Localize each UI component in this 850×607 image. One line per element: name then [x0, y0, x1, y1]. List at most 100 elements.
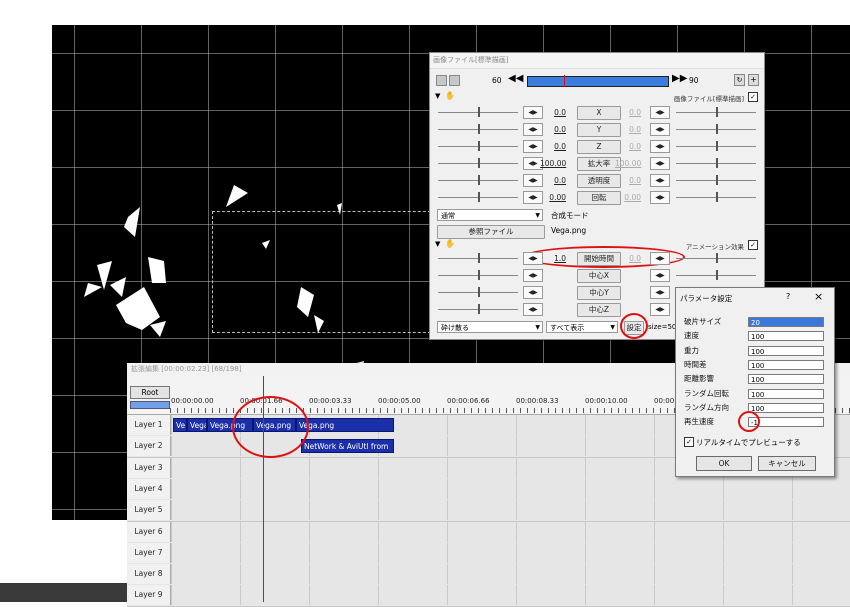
effect-select[interactable]: 砕け散る ▼	[437, 321, 543, 333]
layer-label[interactable]: Layer 1	[127, 415, 171, 435]
param-input[interactable]: 100	[748, 345, 824, 356]
right-spin-buttons[interactable]: ◀▶	[650, 174, 670, 187]
left-value[interactable]: 100.00	[540, 159, 566, 168]
timeline-clip[interactable]: NetWork & AviUtl from	[301, 439, 394, 454]
timeline-clip[interactable]: Ve	[173, 418, 187, 432]
section-enable-checkbox[interactable]: ✓	[748, 240, 758, 250]
left-slider[interactable]	[438, 192, 518, 202]
right-value[interactable]: 0.0	[615, 108, 641, 117]
layer-row[interactable]: Layer 6	[127, 521, 850, 544]
right-slider[interactable]	[676, 253, 756, 263]
slider-knob[interactable]	[478, 107, 480, 117]
image-icon[interactable]	[436, 75, 447, 86]
slider-knob[interactable]	[716, 175, 718, 185]
param-input[interactable]: 100	[748, 402, 824, 413]
left-value[interactable]: 0.00	[540, 193, 566, 202]
slider-knob[interactable]	[478, 175, 480, 185]
next-frame-icon[interactable]: ▶▶	[672, 73, 687, 84]
display-select[interactable]: すべて表示 ▼	[546, 321, 618, 333]
close-button[interactable]: ×	[814, 290, 823, 303]
scope-bar[interactable]	[130, 401, 170, 409]
timeline-clip[interactable]: Vega	[187, 418, 207, 432]
left-spin-buttons[interactable]: ◀▶	[523, 303, 543, 316]
slider-knob[interactable]	[478, 124, 480, 134]
right-spin-buttons[interactable]: ◀▶	[650, 191, 670, 204]
layer-row[interactable]: Layer 5	[127, 500, 850, 523]
right-spin-buttons[interactable]: ◀▶	[650, 252, 670, 265]
right-value[interactable]: 0.00	[615, 193, 641, 202]
left-value[interactable]: 1.0	[540, 254, 566, 263]
layer-label[interactable]: Layer 8	[127, 564, 171, 585]
left-value[interactable]: 0.0	[540, 176, 566, 185]
slider-knob[interactable]	[478, 141, 480, 151]
left-value[interactable]: 0.0	[540, 125, 566, 134]
right-spin-buttons[interactable]: ◀▶	[650, 106, 670, 119]
right-slider[interactable]	[676, 175, 756, 185]
param-input[interactable]: 100	[748, 388, 824, 399]
collapse-triangle-icon[interactable]: ▼	[435, 92, 440, 100]
param-input[interactable]: 100	[748, 331, 824, 342]
right-slider[interactable]	[676, 107, 756, 117]
right-value[interactable]: 0.0	[615, 176, 641, 185]
slider-knob[interactable]	[716, 158, 718, 168]
layer-row[interactable]: Layer 9	[127, 585, 850, 607]
left-value[interactable]: 0.0	[540, 142, 566, 151]
layer-label[interactable]: Layer 7	[127, 542, 171, 563]
right-value[interactable]: 100.00	[615, 159, 641, 168]
right-value[interactable]: 0.0	[615, 125, 641, 134]
timeline-clip[interactable]: Vega.png	[296, 418, 394, 432]
collapse-triangle-icon[interactable]: ▼	[435, 240, 440, 248]
help-button[interactable]: ?	[786, 292, 790, 301]
left-value[interactable]: 0.0	[540, 108, 566, 117]
left-slider[interactable]	[438, 141, 518, 151]
right-spin-buttons[interactable]: ◀▶	[650, 123, 670, 136]
slider-knob[interactable]	[716, 253, 718, 263]
slider-knob[interactable]	[478, 287, 480, 297]
left-slider[interactable]	[438, 124, 518, 134]
ref-file-button[interactable]: 参照ファイル	[437, 225, 545, 239]
slider-knob[interactable]	[716, 141, 718, 151]
add-effect-icon[interactable]: +	[748, 74, 759, 86]
layer-row[interactable]: Layer 7	[127, 542, 850, 565]
left-slider[interactable]	[438, 304, 518, 314]
loop-icon[interactable]: ↻	[734, 74, 745, 86]
right-spin-buttons[interactable]: ◀▶	[650, 286, 670, 299]
left-slider[interactable]	[438, 107, 518, 117]
layer-label[interactable]: Layer 6	[127, 521, 171, 542]
layer-row[interactable]: Layer 4	[127, 478, 850, 501]
left-slider[interactable]	[438, 175, 518, 185]
left-slider[interactable]	[438, 287, 518, 297]
layer-row[interactable]: Layer 8	[127, 564, 850, 587]
right-spin-buttons[interactable]: ◀▶	[650, 269, 670, 282]
layer-label[interactable]: Layer 4	[127, 478, 171, 499]
slider-knob[interactable]	[478, 304, 480, 314]
cancel-button[interactable]: キャンセル	[758, 456, 816, 471]
slider-knob[interactable]	[716, 107, 718, 117]
right-slider[interactable]	[676, 124, 756, 134]
ok-button[interactable]: OK	[696, 456, 752, 471]
param-button[interactable]: 中心Y	[577, 286, 621, 300]
layer-label[interactable]: Layer 5	[127, 500, 171, 521]
slider-knob[interactable]	[478, 253, 480, 263]
left-slider[interactable]	[438, 253, 518, 263]
right-value[interactable]: 0.0	[615, 142, 641, 151]
slider-knob[interactable]	[716, 270, 718, 280]
blend-mode-select[interactable]: 通常 ▼	[437, 209, 543, 221]
frame-range-bar[interactable]	[527, 75, 669, 87]
left-slider[interactable]	[438, 270, 518, 280]
slider-knob[interactable]	[716, 124, 718, 134]
param-input[interactable]: 100	[748, 374, 824, 385]
slider-knob[interactable]	[478, 192, 480, 202]
slider-knob[interactable]	[478, 270, 480, 280]
slider-knob[interactable]	[478, 158, 480, 168]
right-value[interactable]: 0.0	[615, 254, 641, 263]
right-slider[interactable]	[676, 192, 756, 202]
section-enable-checkbox[interactable]: ✓	[748, 92, 758, 102]
right-slider[interactable]	[676, 158, 756, 168]
param-input[interactable]: 20	[748, 317, 824, 327]
right-slider[interactable]	[676, 141, 756, 151]
right-spin-buttons[interactable]: ◀▶	[650, 140, 670, 153]
left-spin-buttons[interactable]: ◀▶	[523, 286, 543, 299]
left-spin-buttons[interactable]: ◀▶	[523, 269, 543, 282]
slider-knob[interactable]	[716, 192, 718, 202]
